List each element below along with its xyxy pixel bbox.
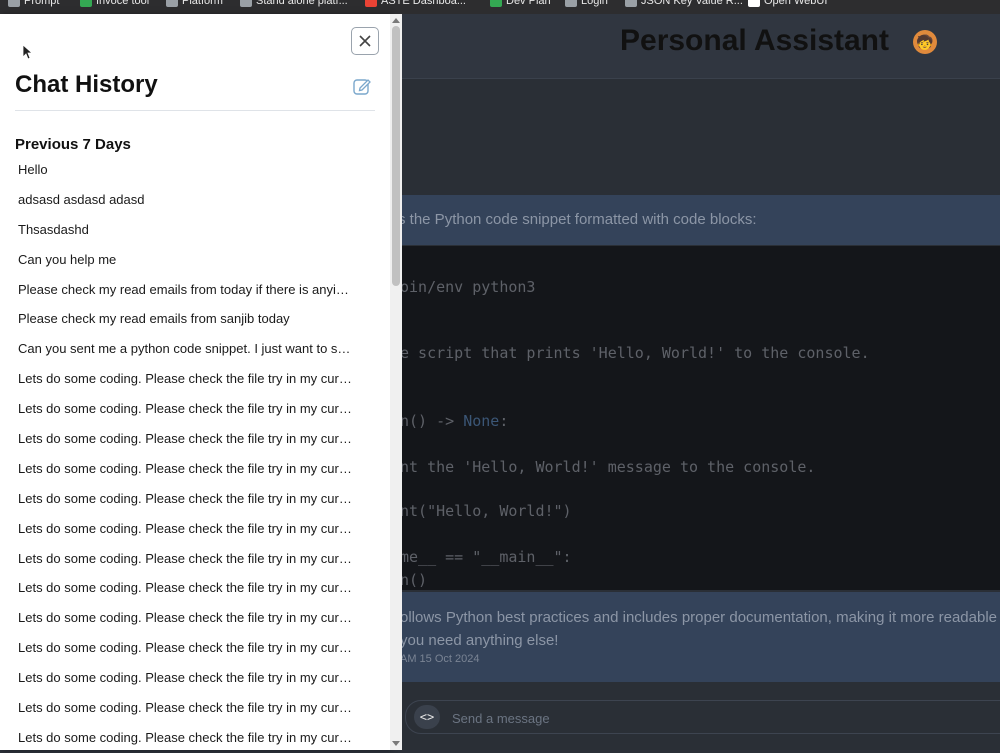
chat-history-item[interactable]: Lets do some coding. Please check the fi… xyxy=(0,663,361,693)
bookmark-label: Dev Plan xyxy=(506,0,551,7)
app-title: Personal Assistant xyxy=(620,24,889,57)
code-line: me__ == "__main__": xyxy=(400,548,572,566)
chat-history-item[interactable]: Lets do some coding. Please check the fi… xyxy=(0,723,361,753)
bookmark-item[interactable]: Invoce tool xyxy=(80,0,149,7)
bookmark-label: Invoce tool xyxy=(96,0,150,7)
bookmark-favicon-icon xyxy=(748,0,760,7)
keyword: None xyxy=(463,412,500,430)
chat-history-item[interactable]: Lets do some coding. Please check the fi… xyxy=(0,573,361,603)
bookmark-item[interactable]: Open WebUI xyxy=(748,0,827,7)
mouse-cursor-icon xyxy=(22,44,32,60)
message-text: s the Python code snippet formatted with… xyxy=(398,211,757,228)
bookmark-item[interactable]: Platform xyxy=(166,0,223,7)
scroll-up-icon[interactable] xyxy=(392,18,400,23)
bookmark-item[interactable]: Prompt xyxy=(8,0,59,7)
message-timestamp: AM 15 Oct 2024 xyxy=(400,653,480,665)
code-line: e script that prints 'Hello, World!' to … xyxy=(400,344,870,362)
chat-history-item[interactable]: Lets do some coding. Please check the fi… xyxy=(0,514,361,544)
section-heading: Previous 7 Days xyxy=(15,136,131,153)
bookmark-label: Login xyxy=(581,0,608,7)
code-toggle-button[interactable]: <> xyxy=(414,705,440,729)
bookmark-favicon-icon xyxy=(240,0,252,7)
bookmark-favicon-icon xyxy=(166,0,178,7)
page-title: Chat History xyxy=(15,71,158,98)
message-input[interactable] xyxy=(450,705,1000,731)
code-line: nt("Hello, World!") xyxy=(400,502,572,520)
chat-history-item[interactable]: Lets do some coding. Please check the fi… xyxy=(0,603,361,633)
bookmark-item[interactable]: JSON Key Value R... xyxy=(625,0,743,7)
scroll-thumb[interactable] xyxy=(392,26,400,286)
close-button[interactable] xyxy=(351,27,379,55)
chat-history-item[interactable]: Lets do some coding. Please check the fi… xyxy=(0,484,361,514)
avatar[interactable]: 🧒 xyxy=(913,30,937,54)
divider xyxy=(15,110,375,111)
bookmark-label: JSON Key Value R... xyxy=(641,0,743,7)
message-text: you need anything else! xyxy=(400,632,559,649)
message-composer: <> xyxy=(405,700,1000,734)
bookmark-favicon-icon xyxy=(80,0,92,7)
bookmark-label: Stand alone platf... xyxy=(256,0,348,7)
scroll-down-icon[interactable] xyxy=(392,741,400,746)
chat-history-item[interactable]: Lets do some coding. Please check the fi… xyxy=(0,364,361,394)
bookmark-favicon-icon xyxy=(490,0,502,7)
chat-history-item[interactable]: Lets do some coding. Please check the fi… xyxy=(0,454,361,484)
chat-history-item[interactable]: Thsasdashd xyxy=(0,215,361,245)
bookmark-item[interactable]: ASTE Dashboa... xyxy=(365,0,466,7)
scrollbar[interactable] xyxy=(390,14,402,750)
chat-history-item[interactable]: Lets do some coding. Please check the fi… xyxy=(0,633,361,663)
chat-history-item[interactable]: Lets do some coding. Please check the fi… xyxy=(0,424,361,454)
chat-history-item[interactable]: Please check my read emails from sanjib … xyxy=(0,304,361,334)
chat-history-item[interactable]: Can you help me xyxy=(0,245,361,275)
code-line: n() -> None: xyxy=(400,412,509,430)
bookmark-favicon-icon xyxy=(625,0,637,7)
chat-history-drawer: Chat History Previous 7 Days Hello adsasd… xyxy=(0,14,390,750)
bookmark-item[interactable]: Login xyxy=(565,0,608,7)
bookmark-favicon-icon xyxy=(365,0,377,7)
bookmark-label: ASTE Dashboa... xyxy=(381,0,466,7)
bookmark-label: Open WebUI xyxy=(764,0,828,7)
bookmark-label: Platform xyxy=(182,0,223,7)
message-text: ollows Python best practices and include… xyxy=(400,609,1000,626)
code-line: oin/env python3 xyxy=(400,278,536,296)
chat-history-item[interactable]: Please check my read emails from today i… xyxy=(0,275,361,305)
bookmarks-bar: Prompt Invoce tool Platform Stand alone pla… xyxy=(0,0,1000,14)
bookmark-favicon-icon xyxy=(565,0,577,7)
bookmark-label: Prompt xyxy=(24,0,60,7)
chat-history-list: Hello adsasd asdasd adasd Thsasdashd Can yo… xyxy=(0,155,375,753)
chat-history-item[interactable]: Lets do some coding. Please check the fi… xyxy=(0,394,361,424)
bookmark-item[interactable]: Dev Plan xyxy=(490,0,551,7)
chat-history-item[interactable]: adsasd asdasd adasd xyxy=(0,185,361,215)
code-line: nt the 'Hello, World!' message to the co… xyxy=(400,458,816,476)
chat-history-item[interactable]: Lets do some coding. Please check the fi… xyxy=(0,693,361,723)
bookmark-item[interactable]: Stand alone platf... xyxy=(240,0,348,7)
new-chat-icon[interactable] xyxy=(352,76,372,96)
code-line: n() xyxy=(400,571,428,589)
bookmark-favicon-icon xyxy=(8,0,20,7)
chat-history-item[interactable]: Hello xyxy=(0,155,361,185)
chat-history-item[interactable]: Can you sent me a python code snippet. I… xyxy=(0,334,361,364)
chat-history-item[interactable]: Lets do some coding. Please check the fi… xyxy=(0,544,361,574)
close-icon xyxy=(359,35,371,47)
